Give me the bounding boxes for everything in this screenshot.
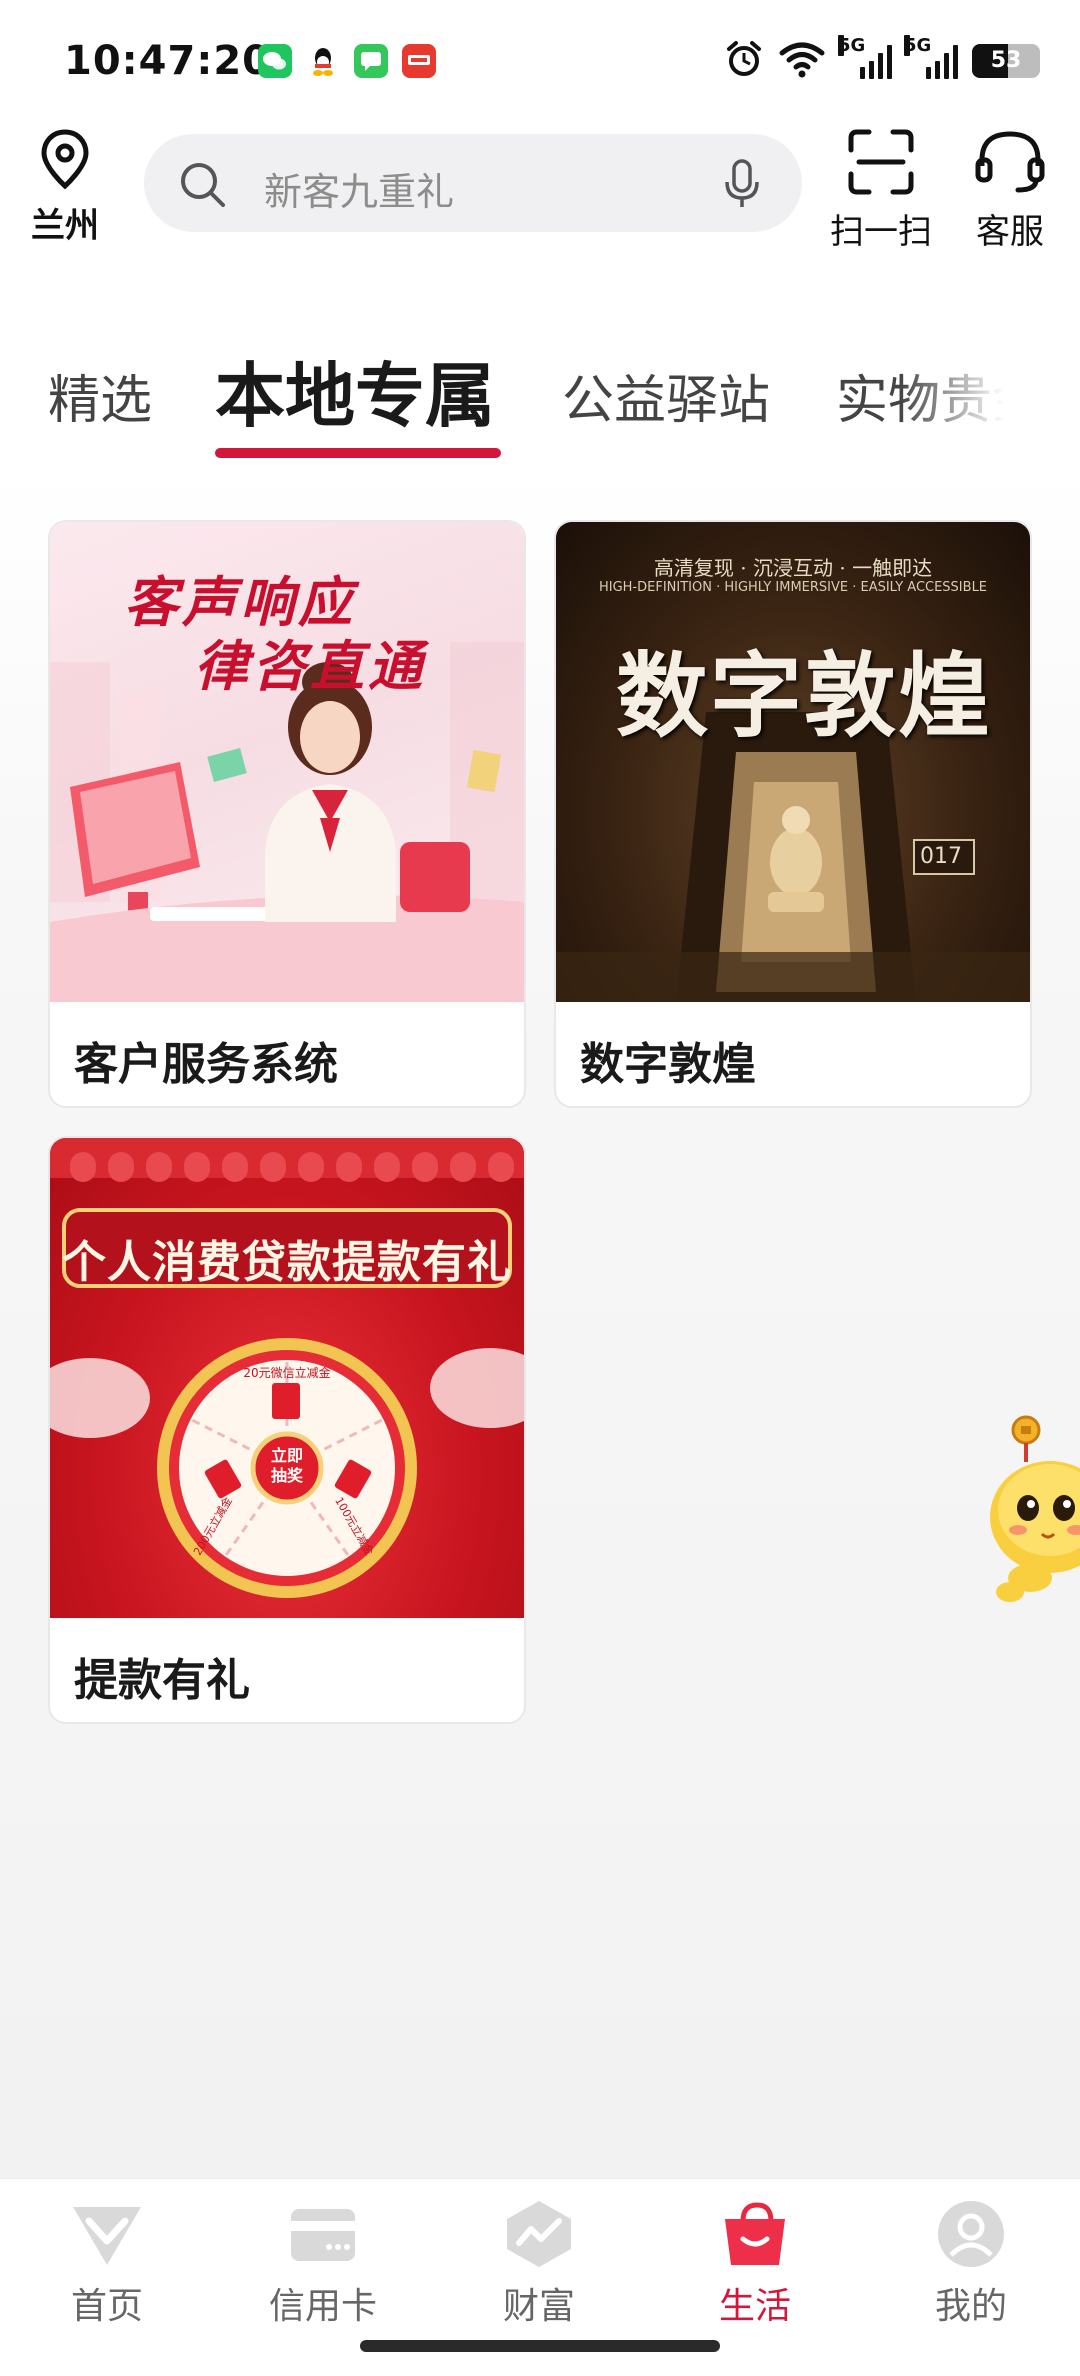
signal-5g-icon-1: 5G bbox=[838, 35, 892, 79]
nav-credit-card[interactable]: 信用卡 bbox=[248, 2199, 398, 2329]
alarm-icon bbox=[724, 39, 764, 83]
nav-mine[interactable]: 我的 bbox=[896, 2199, 1046, 2329]
customer-service-label: 客服 bbox=[976, 212, 1044, 252]
network-type-label: 5G bbox=[904, 35, 932, 56]
tabs-fade bbox=[900, 340, 1030, 470]
dunhuang-banner-title: 数字敦煌 bbox=[616, 642, 993, 750]
scan-button[interactable]: 扫一扫 bbox=[826, 128, 936, 253]
card-digital-dunhuang[interactable]: 高清复现 · 沉浸互动 · 一触即达 HIGH-DEFINITION · HIG… bbox=[554, 520, 1032, 1108]
wheel-top-prize: 20元微信立减金 bbox=[243, 1366, 331, 1380]
search-placeholder: 新客九重礼 bbox=[264, 170, 455, 214]
search-bar[interactable]: 新客九重礼 bbox=[144, 134, 802, 232]
battery-icon: 53 bbox=[972, 44, 1040, 78]
location-pin-icon bbox=[37, 129, 93, 196]
scan-label: 扫一扫 bbox=[830, 212, 932, 252]
nav-label: 生活 bbox=[718, 2286, 791, 2327]
profile-icon bbox=[933, 2201, 1009, 2273]
wifi-icon bbox=[778, 39, 826, 83]
shopping-bag-icon bbox=[717, 2202, 793, 2273]
withdrawal-gift-banner: 个人消费贷款提款有礼 20元微信立减金 立即抽奖 200元立减金 100元立减金 bbox=[50, 1138, 524, 1618]
active-tab-indicator bbox=[215, 448, 501, 458]
headset-icon bbox=[972, 131, 1048, 200]
top-header: 兰州 新客九重礼 扫一扫 客服 bbox=[0, 128, 1080, 256]
card-customer-service[interactable]: 客声响应 律咨直通 客户服务系统 bbox=[48, 520, 526, 1108]
tab-charity-station[interactable]: 公益驿站 bbox=[562, 358, 770, 433]
tab-selected[interactable]: 精选 bbox=[48, 358, 152, 433]
nav-label: 财富 bbox=[502, 2286, 575, 2327]
scan-icon bbox=[845, 129, 917, 200]
card-withdrawal-gift[interactable]: 个人消费贷款提款有礼 20元微信立减金 立即抽奖 200元立减金 100元立减金… bbox=[48, 1136, 526, 1724]
nav-label: 我的 bbox=[934, 2286, 1007, 2327]
nav-wealth[interactable]: 财富 bbox=[464, 2199, 614, 2329]
dunhuang-banner-subtitle: HIGH-DEFINITION · HIGHLY IMMERSIVE · EAS… bbox=[598, 580, 988, 595]
home-diamond-icon bbox=[69, 2207, 145, 2273]
wechat-notification-icon bbox=[258, 44, 292, 78]
nav-label: 信用卡 bbox=[268, 2286, 377, 2327]
location-label: 兰州 bbox=[31, 206, 99, 246]
withdrawal-banner-title: 个人消费贷款提款有礼 bbox=[62, 1237, 512, 1288]
nav-home[interactable]: 首页 bbox=[32, 2199, 182, 2329]
tab-local-exclusive[interactable]: 本地专属 bbox=[215, 340, 495, 441]
microphone-icon[interactable] bbox=[722, 158, 762, 214]
qq-notification-icon bbox=[306, 44, 340, 78]
nav-life[interactable]: 生活 bbox=[680, 2199, 830, 2329]
category-tabs: 精选 本地专属 公益驿站 实物贵金 bbox=[0, 340, 1030, 470]
home-indicator[interactable] bbox=[360, 2340, 720, 2352]
floating-mascot[interactable] bbox=[990, 1412, 1080, 1612]
wealth-chart-icon bbox=[501, 2201, 577, 2273]
dunhuang-banner-tagline: 高清复现 · 沉浸互动 · 一触即达 bbox=[653, 556, 933, 580]
card-title: 客户服务系统 bbox=[74, 1039, 338, 1090]
card-title: 提款有礼 bbox=[74, 1655, 250, 1706]
signal-5g-icon-2: 5G bbox=[904, 35, 958, 79]
digital-dunhuang-banner: 高清复现 · 沉浸互动 · 一触即达 HIGH-DEFINITION · HIG… bbox=[556, 522, 1030, 1002]
messages-notification-icon bbox=[354, 44, 388, 78]
search-icon bbox=[178, 160, 228, 214]
status-bar: 10:47:20 5G 5G 53 bbox=[0, 0, 1080, 128]
cloud-pay-notification-icon bbox=[402, 44, 436, 78]
status-time: 10:47:20 bbox=[64, 38, 271, 84]
wheel-draw-button[interactable]: 立即抽奖 bbox=[265, 1446, 309, 1486]
credit-card-icon bbox=[285, 2209, 361, 2273]
card-title: 数字敦煌 bbox=[580, 1039, 756, 1090]
customer-service-banner: 客声响应 律咨直通 bbox=[50, 522, 524, 1002]
customer-service-button[interactable]: 客服 bbox=[960, 128, 1060, 253]
customer-service-banner-line2: 律咨直通 bbox=[194, 635, 426, 698]
battery-level: 53 bbox=[990, 48, 1022, 73]
nav-label: 首页 bbox=[70, 2286, 143, 2327]
location-selector[interactable]: 兰州 bbox=[30, 128, 100, 247]
network-type-label: 5G bbox=[838, 35, 866, 56]
dunhuang-cave-number: 017 bbox=[920, 844, 962, 869]
